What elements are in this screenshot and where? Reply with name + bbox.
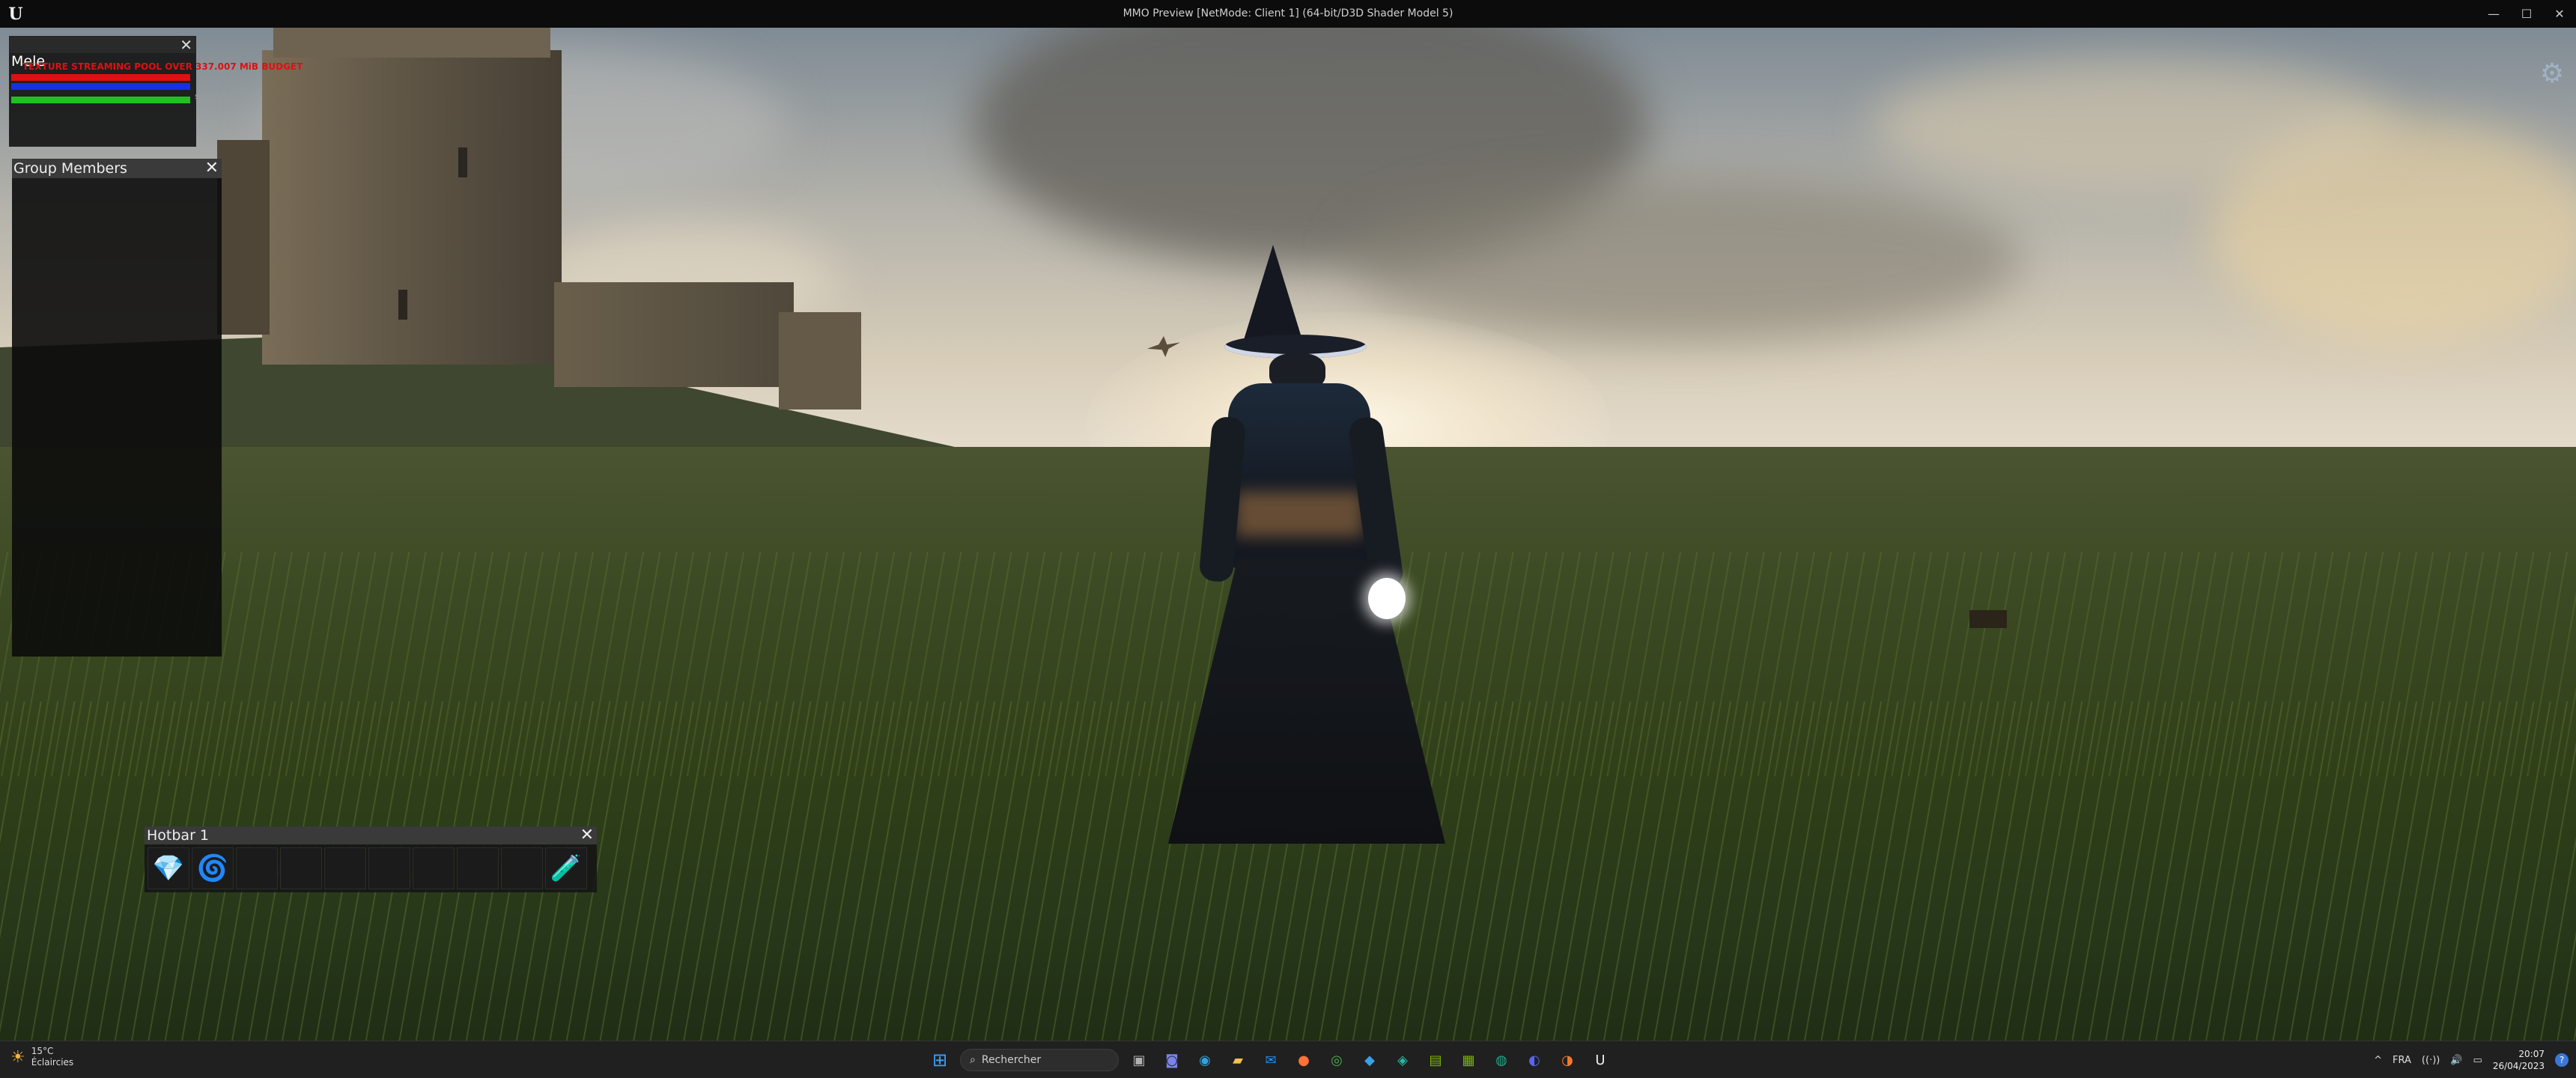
taskbar-app-mail-icon[interactable]: ✉ [1258,1047,1284,1073]
maximize-button[interactable]: ☐ [2510,0,2543,28]
hotbar-slot[interactable] [368,847,410,889]
hat-tip [1243,245,1303,342]
window-title: MMO Preview [NetMode: Client 1] (64-bit/… [1123,7,1453,19]
clock[interactable]: 20:07 26/04/2023 [2493,1048,2545,1072]
suppress-text: suppress [195,91,232,101]
volume-icon[interactable]: 🔊 [2450,1055,2462,1066]
castle-window [458,147,467,177]
taskbar-center: ⊞ ⌕ Rechercher ▣ ◙ ◉ ▰ ✉ ● ◎ ◆ ◈ ▤ ▦ ◍ ◐ ◑ U [927,1046,1613,1074]
close-icon[interactable]: ✕ [580,826,594,844]
castle-left-wall [217,140,270,335]
battery-icon[interactable]: ▭ [2473,1055,2482,1066]
house-silhouette [1969,610,2007,628]
hotbar-slot-potion-icon[interactable]: 🧪 [545,847,587,889]
hotbar-header[interactable]: Hotbar 1 ✕ [145,826,597,844]
hotbar-slot[interactable] [413,847,455,889]
close-icon[interactable]: ✕ [180,37,192,53]
torso [1228,383,1370,570]
taskbar-app-unreal-icon[interactable]: U [1588,1047,1613,1073]
texture-streaming-warning: TEXTURE STREAMING POOL OVER 337.007 MiB … [22,61,303,72]
tray-chevron-icon[interactable]: ^ [2374,1055,2382,1066]
hotbar-slot-heart-gem-icon[interactable]: 💎 [148,847,189,889]
waist-glow [1236,492,1363,537]
weather-widget[interactable]: ☀ 15°C Éclaircies [10,1046,73,1068]
taskbar-app-app-dark-icon[interactable]: ◍ [1489,1047,1514,1073]
weather-text: 15°C Éclaircies [31,1046,73,1068]
search-icon: ⌕ [970,1054,976,1066]
castle-tower [262,50,562,365]
clock-date: 26/04/2023 [2492,1061,2545,1071]
close-icon[interactable]: ✕ [205,159,219,178]
taskbar-app-teams-icon[interactable]: ◙ [1159,1047,1185,1073]
wifi-icon[interactable]: ((·)) [2422,1055,2440,1066]
clock-time: 20:07 [2518,1049,2545,1059]
minimize-button[interactable]: — [2477,0,2510,28]
sun-cloud-icon: ☀ [10,1047,25,1067]
settings-gear-icon[interactable]: ⚙ [2536,58,2569,91]
castle-tower-top [273,28,550,58]
search-input[interactable]: ⌕ Rechercher [960,1049,1119,1071]
hotbar-slot[interactable] [457,847,499,889]
hotbar-slot[interactable] [280,847,322,889]
cloud [1348,177,2022,342]
taskbar-app-edge-icon[interactable]: ◉ [1192,1047,1218,1073]
taskbar-app-blender-icon[interactable]: ◑ [1555,1047,1580,1073]
health-bar [11,74,190,81]
help-icon[interactable]: ? [2555,1053,2569,1067]
castle-wall [554,282,794,387]
taskbar-app-nvidia-icon[interactable]: ▦ [1456,1047,1481,1073]
castle-window [398,290,407,320]
stamina-bar [11,97,190,103]
window-titlebar: U MMO Preview [NetMode: Client 1] (64-bi… [0,0,2576,28]
language-indicator[interactable]: FRA [2393,1055,2411,1066]
orb-glow [1368,578,1406,619]
group-members-header[interactable]: Group Members ✕ [12,159,222,178]
hotbar-slots: 💎 🌀 🧪 [148,847,587,889]
taskbar-app-app-blue-icon[interactable]: ◆ [1357,1047,1382,1073]
hotbar-slot[interactable] [501,847,543,889]
pinned-apps: ▣ ◙ ◉ ▰ ✉ ● ◎ ◆ ◈ ▤ ▦ ◍ ◐ ◑ U [1126,1047,1613,1073]
window-controls: — ☐ ✕ [2477,0,2576,28]
start-button[interactable]: ⊞ [927,1047,953,1073]
taskbar-app-app-teal-icon[interactable]: ◈ [1390,1047,1415,1073]
close-window-button[interactable]: ✕ [2543,0,2576,28]
windows-taskbar: ☀ 15°C Éclaircies ⊞ ⌕ Rechercher ▣ ◙ ◉ ▰ ✉ ● ◎… [0,1041,2576,1078]
debug-panel-header: ✕ [10,37,195,53]
mana-bar [11,83,190,90]
cloud [1872,58,2396,192]
castle-small-tower [779,312,861,409]
hotbar-title: Hotbar 1 [147,827,210,844]
weather-desc: Éclaircies [31,1057,74,1068]
hotbar-slot[interactable] [324,847,366,889]
search-placeholder: Rechercher [981,1054,1042,1066]
group-members-panel: Group Members ✕ [12,159,222,657]
taskbar-app-firefox-icon[interactable]: ● [1291,1047,1316,1073]
taskbar-app-terminal-icon[interactable]: ▤ [1423,1047,1448,1073]
taskbar-app-explorer-icon[interactable]: ▰ [1225,1047,1251,1073]
taskbar-app-taskview-icon[interactable]: ▣ [1126,1047,1152,1073]
hotbar-panel: Hotbar 1 ✕ 💎 🌀 🧪 [145,826,597,892]
taskbar-app-chrome-icon[interactable]: ◎ [1324,1047,1349,1073]
group-members-title: Group Members [13,160,127,177]
hotbar-slot[interactable] [236,847,278,889]
hotbar-slot-swirl-icon[interactable]: 🌀 [192,847,234,889]
debug-stats-panel: ✕ Mele [9,36,196,147]
taskbar-app-discord-icon[interactable]: ◐ [1522,1047,1547,1073]
system-tray: ^ FRA ((·)) 🔊 ▭ 20:07 26/04/2023 ? [2374,1047,2569,1073]
weather-temp: 15°C [31,1046,54,1056]
